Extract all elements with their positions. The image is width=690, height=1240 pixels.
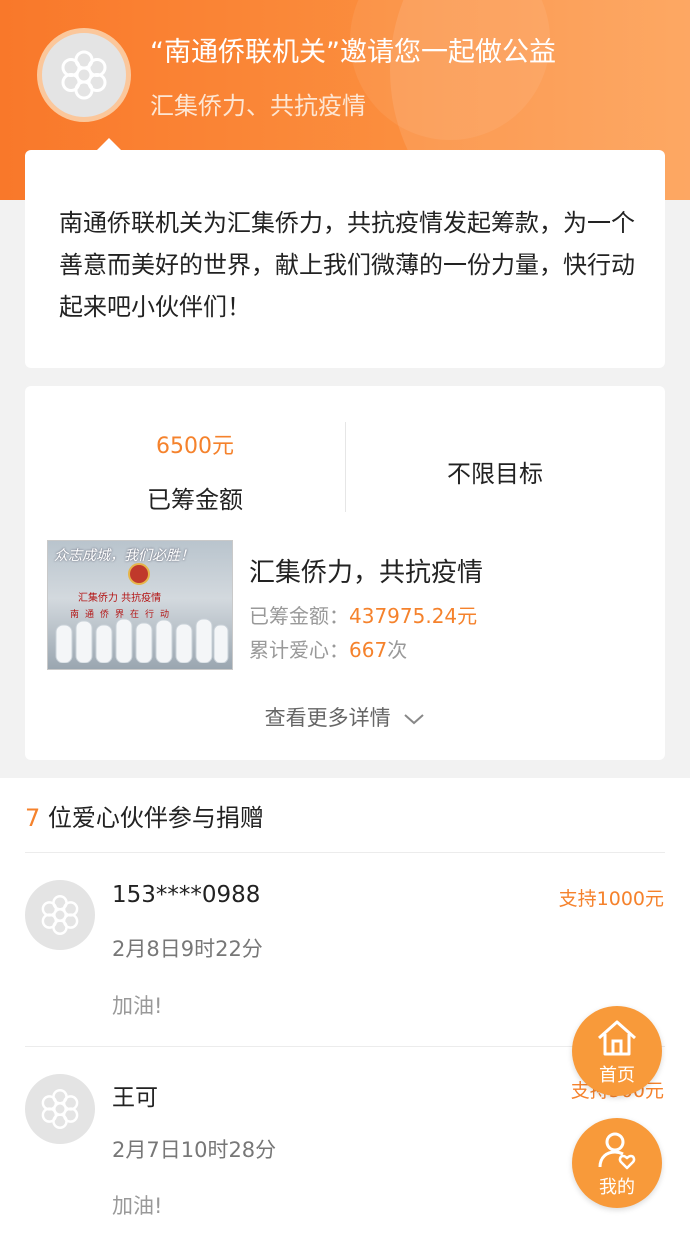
header-title: “南通侨联机关”邀请您一起做公益 bbox=[150, 37, 556, 68]
divider bbox=[25, 1046, 665, 1047]
donation-time: 2月7日10时28分 bbox=[112, 1138, 277, 1162]
donor-list-title: 7 位爱心伙伴参与捐赠 bbox=[25, 798, 264, 833]
donor-title-text: 位爱心伙伴参与捐赠 bbox=[40, 804, 264, 832]
header-subtitle: 汇集侨力、共抗疫情 bbox=[150, 92, 366, 120]
raised-amount: 6500元 bbox=[156, 434, 234, 459]
flower-logo-icon bbox=[41, 895, 79, 935]
divider bbox=[345, 422, 346, 512]
emblem-icon bbox=[128, 563, 150, 585]
flower-logo-icon bbox=[61, 50, 107, 100]
goal-label: 不限目标 bbox=[447, 460, 543, 488]
donor-name: 153****0988 bbox=[112, 882, 261, 908]
home-label: 首页 bbox=[599, 1065, 635, 1086]
image-caption: 众志成城，我们必胜！ bbox=[54, 548, 194, 564]
donation-message: 加油! bbox=[112, 994, 163, 1018]
project-raised: 已筹金额：437975.24元 bbox=[249, 600, 477, 629]
image-banner-1: 汇集侨力 共抗疫情 bbox=[78, 593, 162, 604]
mine-label: 我的 bbox=[599, 1177, 635, 1198]
more-details-label: 查看更多详情 bbox=[264, 706, 391, 730]
intro-card: 南通侨联机关为汇集侨力，共抗疫情发起筹款，为一个善意而美好的世界，献上我们微薄的… bbox=[25, 138, 665, 368]
donation-message: 加油! bbox=[112, 1194, 163, 1218]
project-love-unit: 次 bbox=[387, 638, 408, 662]
org-avatar[interactable] bbox=[37, 28, 131, 122]
project-image[interactable]: 众志成城，我们必胜！ 汇集侨力 共抗疫情 南通侨界在行动 bbox=[47, 540, 233, 670]
project-love-label: 累计爱心： bbox=[249, 638, 349, 662]
intro-text: 南通侨联机关为汇集侨力，共抗疫情发起筹款，为一个善意而美好的世界，献上我们微薄的… bbox=[59, 209, 635, 321]
card-pointer bbox=[97, 138, 121, 150]
user-heart-icon bbox=[598, 1132, 636, 1170]
divider bbox=[25, 852, 665, 853]
fundraising-card: 6500元 已筹金额 不限目标 众志成城，我们必胜！ 汇集侨力 共抗疫情 南通侨… bbox=[25, 386, 665, 760]
medical-workers-illustration bbox=[55, 618, 229, 663]
chevron-down-icon bbox=[404, 714, 425, 725]
flower-logo-icon bbox=[41, 1089, 79, 1129]
home-button[interactable]: 首页 bbox=[572, 1006, 662, 1096]
avatar bbox=[25, 880, 95, 950]
project-title[interactable]: 汇集侨力，共抗疫情 bbox=[249, 552, 483, 589]
raised-label: 已筹金额 bbox=[147, 486, 243, 514]
more-details-link[interactable]: 查看更多详情 bbox=[25, 702, 665, 732]
mine-button[interactable]: 我的 bbox=[572, 1118, 662, 1208]
home-icon bbox=[598, 1020, 636, 1056]
donation-time: 2月8日9时22分 bbox=[112, 937, 263, 961]
donation-amount: 支持1000元 bbox=[558, 888, 664, 910]
project-raised-value: 437975.24 bbox=[349, 604, 458, 628]
project-love-value: 667 bbox=[349, 638, 388, 662]
avatar bbox=[25, 1074, 95, 1144]
donor-name: 王可 bbox=[112, 1085, 158, 1111]
project-raised-label: 已筹金额： bbox=[249, 604, 349, 628]
donor-count: 7 bbox=[25, 804, 41, 832]
project-raised-unit: 元 bbox=[457, 604, 478, 628]
project-love: 累计爱心：667次 bbox=[249, 634, 407, 663]
